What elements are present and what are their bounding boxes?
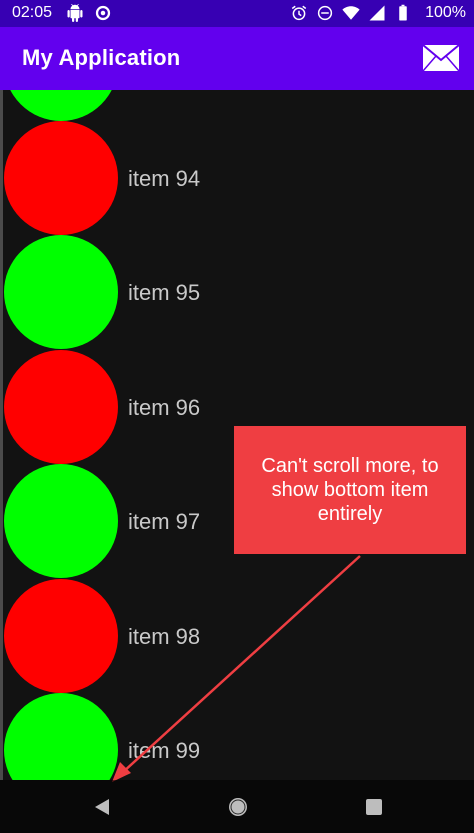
do-not-disturb-icon [317,5,333,21]
sync-icon [95,5,111,21]
home-icon[interactable] [226,795,250,819]
list-item[interactable]: item 95 [3,235,474,350]
item-label: item 99 [128,738,201,763]
alarm-icon [291,5,307,21]
list-item[interactable]: item 98 [3,579,474,694]
battery-percent: 100% [425,4,466,21]
battery-icon [399,4,407,21]
list-item[interactable]: item 94 [3,121,474,236]
item-circle [4,579,118,693]
recents-icon[interactable] [362,795,386,819]
item-label: item 94 [128,166,201,191]
status-bar: 02:05 100% [0,0,474,27]
android-icon [67,4,83,22]
item-label: item 98 [128,624,201,649]
signal-icon [369,5,385,21]
wifi-icon [342,6,360,20]
item-circle [4,90,118,121]
app-title: My Application [22,45,181,70]
system-nav-bar [0,780,474,833]
item-label: item 95 [128,280,201,305]
item-label: item 96 [128,395,201,420]
annotation-text: Can't scroll more, to show bottom item e… [261,455,439,525]
mail-icon[interactable] [422,43,460,73]
item-label: item 97 [128,509,201,534]
annotation-callout: Can't scroll more, to show bottom item e… [234,426,466,554]
back-icon[interactable] [90,795,114,819]
app-bar: My Application [0,27,474,90]
list-item[interactable] [3,90,474,122]
item-circle [4,350,118,464]
item-circle [4,464,118,578]
item-circle [4,693,118,780]
list-item[interactable]: item 99 [3,693,474,780]
item-circle [4,121,118,235]
status-time: 02:05 [12,4,53,21]
item-circle [4,235,118,349]
